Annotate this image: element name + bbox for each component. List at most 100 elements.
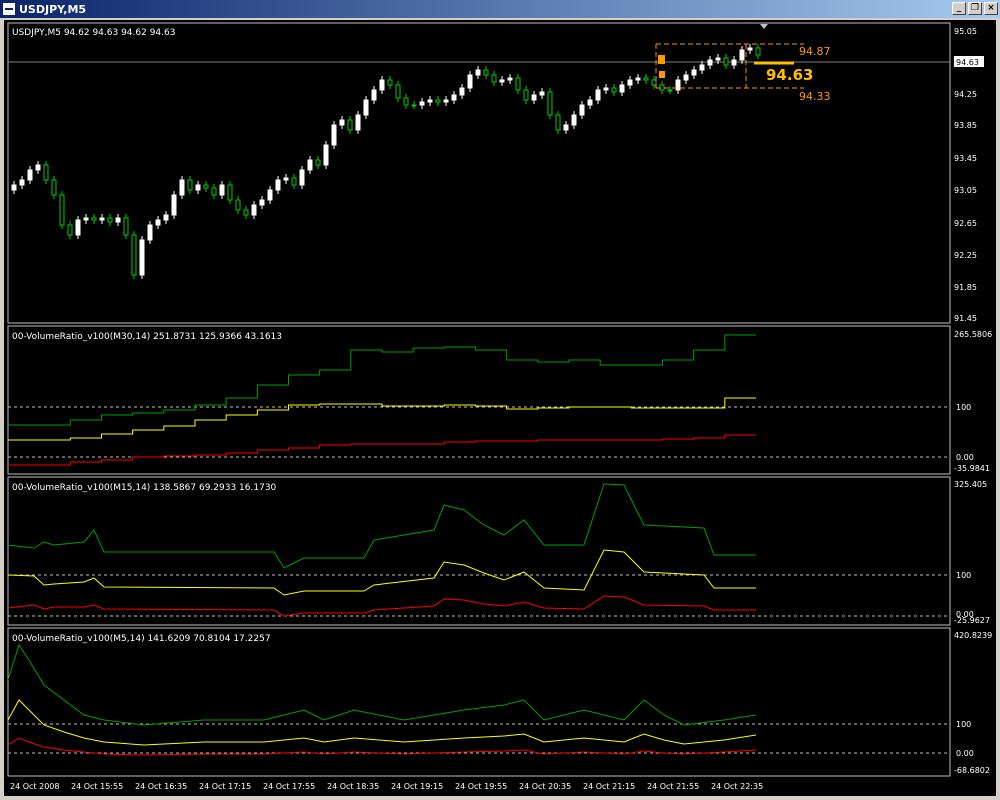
price-tick: 92.65 xyxy=(954,219,977,228)
time-tick: 24 Oct 22:35 xyxy=(711,782,763,791)
candle-body xyxy=(323,144,329,166)
chart-shift-marker[interactable] xyxy=(760,24,768,29)
candle-body xyxy=(363,99,369,116)
indicator-2-header: 00-VolumeRatio_v100(M15,14) 138.5867 69.… xyxy=(12,483,277,493)
candle-body xyxy=(331,124,337,146)
candle-body xyxy=(411,104,417,107)
candle-body xyxy=(451,94,457,101)
candle-body xyxy=(91,217,97,221)
candle-body xyxy=(611,87,617,93)
candle-body xyxy=(219,184,225,196)
candle-body xyxy=(587,99,593,106)
candle-body xyxy=(547,91,553,116)
indicator-pane-1-frame xyxy=(7,325,951,475)
candle-body xyxy=(595,89,601,101)
indicator-3-header: 00-VolumeRatio_v100(M5,14) 141.6209 70.8… xyxy=(12,634,271,644)
time-tick: 24 Oct 19:55 xyxy=(455,782,507,791)
candle-body xyxy=(115,217,121,223)
candle-body xyxy=(379,79,385,91)
indicator-1-upper-line xyxy=(8,334,756,426)
candle-body xyxy=(651,79,657,86)
minimize-button[interactable]: _ xyxy=(952,2,966,15)
candle-body xyxy=(523,89,529,101)
candle-body xyxy=(483,69,489,76)
indicator-1-tick: 100 xyxy=(956,403,971,412)
candle-body xyxy=(123,217,129,236)
candle-body xyxy=(171,194,177,216)
candle-body xyxy=(739,49,745,61)
candle-body xyxy=(139,239,145,276)
chart-canvas[interactable]: USDJPY,M5 94.62 94.63 94.62 94.63 95.05 … xyxy=(4,20,996,796)
candle-body xyxy=(267,189,273,201)
candle-body xyxy=(43,164,49,181)
price-tick: 94.25 xyxy=(954,90,977,99)
indicator-2-tick: 325.405 xyxy=(954,480,987,489)
candle-body xyxy=(75,219,81,236)
indicator-pane-3-frame xyxy=(7,627,951,777)
indicator-3-upper-line xyxy=(7,643,757,726)
price-tick: 91.45 xyxy=(954,314,977,323)
window-title: USDJPY,M5 xyxy=(19,2,87,16)
candle-body xyxy=(731,59,737,66)
price-tick: 91.85 xyxy=(954,283,977,292)
candle-body xyxy=(403,97,409,106)
current-price-tag-text: 94.63 xyxy=(956,58,979,67)
price-tick: 92.25 xyxy=(954,251,977,260)
candle-body xyxy=(107,217,113,223)
indicator-3-tick: 0.00 xyxy=(956,749,974,758)
candle-body xyxy=(499,79,505,83)
candle-body xyxy=(635,77,641,81)
candle-body xyxy=(11,184,17,191)
indicator-3-tick: 100 xyxy=(956,720,971,729)
candle-body xyxy=(579,104,585,116)
candle-body xyxy=(235,199,241,211)
candle-body xyxy=(747,47,753,51)
candle-body xyxy=(35,164,41,171)
symbol-header: USDJPY,M5 94.62 94.63 94.62 94.63 xyxy=(12,28,175,38)
candle-body xyxy=(155,219,161,226)
candle-body xyxy=(147,224,153,241)
indicator-3-tick: -68.6802 xyxy=(954,766,990,775)
candle-body xyxy=(707,59,713,66)
candle-body xyxy=(683,74,689,81)
candle-body xyxy=(555,114,561,131)
candle-body xyxy=(531,94,537,101)
candle-body xyxy=(619,84,625,93)
candle-body xyxy=(67,224,73,236)
candle-body xyxy=(19,179,25,186)
price-scale: 95.05 94.25 93.85 93.45 93.05 92.65 92.2… xyxy=(954,27,977,323)
indicator-2-upper-line xyxy=(7,483,756,569)
candle-body xyxy=(395,84,401,99)
candle-body xyxy=(491,74,497,83)
candle-body xyxy=(195,184,201,191)
candle-body xyxy=(299,169,305,186)
candle-body xyxy=(251,204,257,216)
candle-body xyxy=(339,119,345,126)
range-low-label: 94.33 xyxy=(799,90,831,103)
candle-body xyxy=(691,69,697,76)
time-tick: 24 Oct 18:35 xyxy=(327,782,379,791)
indicator-1-tick: -35.9841 xyxy=(954,464,990,473)
time-tick: 24 Oct 15:55 xyxy=(71,782,123,791)
candle-body xyxy=(459,87,465,96)
time-tick: 24 Oct 21:55 xyxy=(647,782,699,791)
close-button[interactable]: × xyxy=(984,2,998,15)
indicator-1-header: 00-VolumeRatio_v100(M30,14) 251.8731 125… xyxy=(12,332,282,342)
candle-body xyxy=(259,199,265,206)
candle-body xyxy=(227,184,233,201)
price-tick: 93.05 xyxy=(954,186,977,195)
candle-body xyxy=(243,209,249,216)
candle-body xyxy=(99,217,105,221)
candle-body xyxy=(315,159,321,166)
candle-body xyxy=(571,114,577,126)
candle-body xyxy=(627,79,633,86)
candlestick-series xyxy=(11,44,761,279)
window-titlebar[interactable]: USDJPY,M5 _ ❐ × xyxy=(0,0,1000,18)
candle-body xyxy=(163,214,169,221)
candle-body xyxy=(667,89,673,92)
candle-body xyxy=(371,89,377,101)
chart-client-area[interactable]: USDJPY,M5 94.62 94.63 94.62 94.63 95.05 … xyxy=(4,20,996,796)
restore-button[interactable]: ❐ xyxy=(968,2,982,15)
indicator-1-tick: 265.5806 xyxy=(954,330,992,339)
candle-body xyxy=(355,114,361,131)
